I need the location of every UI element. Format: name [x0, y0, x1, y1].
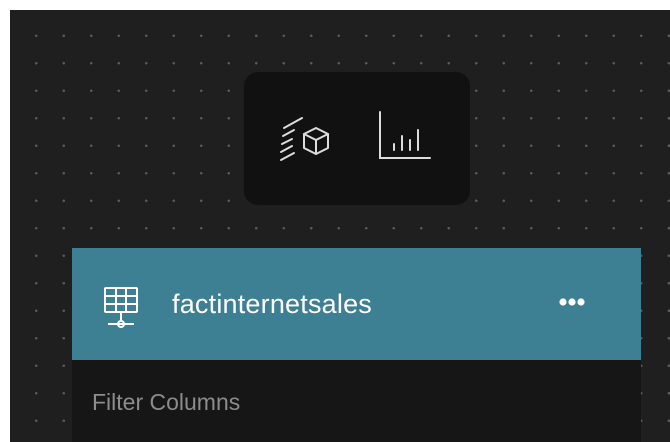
more-options-button[interactable] — [542, 282, 602, 322]
floating-toolbar — [244, 72, 470, 205]
dotted-canvas[interactable]: factinternetsales — [10, 10, 670, 442]
3d-model-cube-icon — [280, 117, 329, 161]
more-options-icon — [559, 298, 585, 306]
bar-chart-icon — [379, 111, 431, 159]
chart-view-button[interactable] — [372, 108, 438, 168]
table-node-header[interactable]: factinternetsales — [72, 248, 641, 360]
filter-columns-row — [72, 360, 641, 442]
table-node-title: factinternetsales — [172, 289, 373, 319]
database-table-icon — [102, 284, 144, 332]
filter-columns-input[interactable] — [92, 382, 612, 422]
model-view-button[interactable] — [278, 108, 344, 168]
table-node-card[interactable]: factinternetsales — [72, 248, 641, 442]
